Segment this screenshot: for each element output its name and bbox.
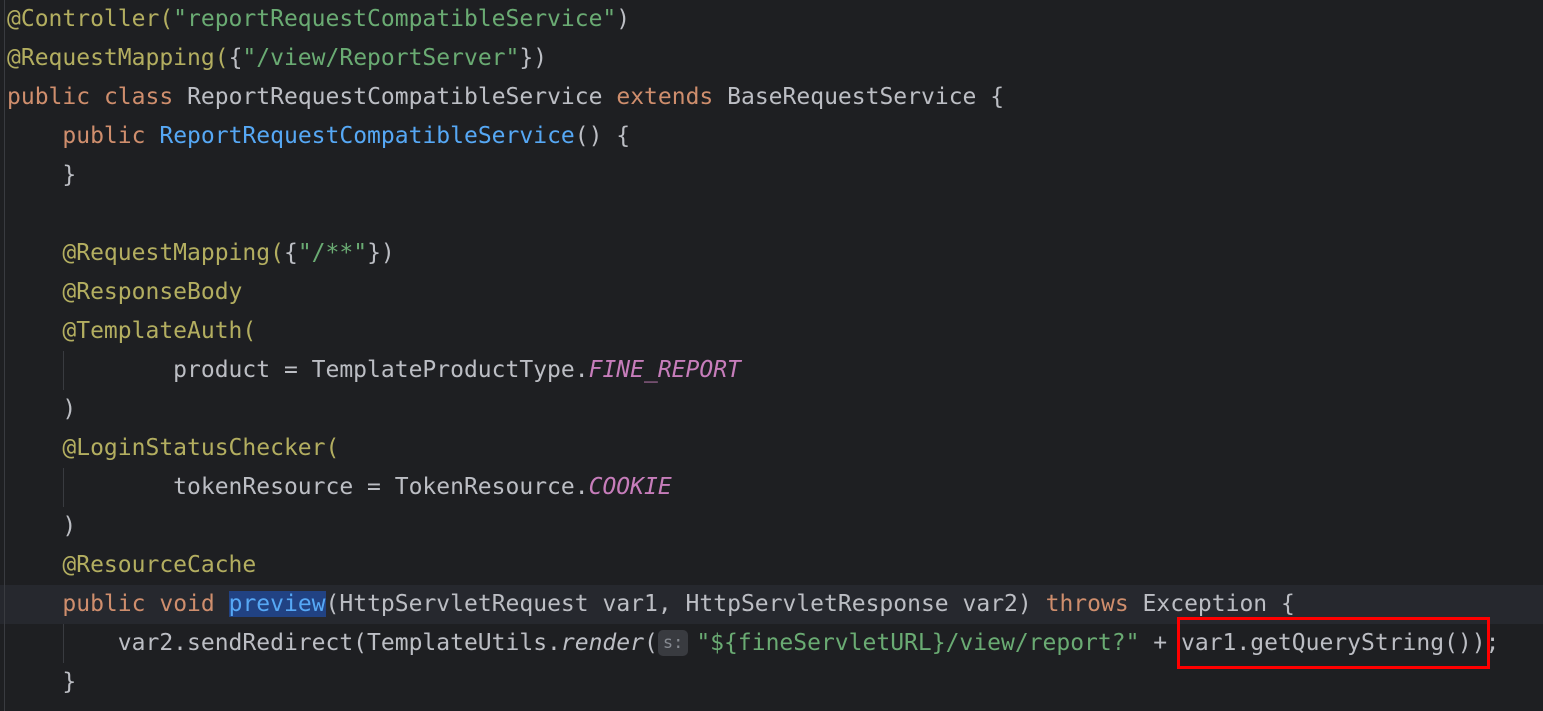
method-public-keyword: public bbox=[62, 591, 146, 617]
controller-annotation: @Controller( bbox=[7, 6, 174, 32]
template-auth-close: ) bbox=[62, 396, 77, 422]
request-mapping-annotation: @RequestMapping( bbox=[7, 45, 229, 71]
code-line-11[interactable]: ) bbox=[0, 390, 1543, 429]
login-status-checker-annotation: @LoginStatusChecker( bbox=[62, 435, 340, 461]
redirect-call: var2.sendRedirect(TemplateUtils. bbox=[117, 630, 561, 656]
void-keyword: void bbox=[159, 591, 215, 617]
parameter-hint: s: bbox=[657, 630, 689, 656]
indent-guide bbox=[63, 468, 64, 507]
token-assignment: tokenResource = TokenResource. bbox=[173, 474, 589, 500]
redirect-string: "${fineServletURL}/view/report?" bbox=[696, 630, 1140, 656]
mapping2-string: "/**" bbox=[297, 240, 368, 266]
controller-close: ) bbox=[616, 6, 631, 32]
controller-string: "reportRequestCompatibleService" bbox=[173, 6, 617, 32]
gutter-edge bbox=[4, 0, 5, 711]
code-line-14[interactable]: ) bbox=[0, 507, 1543, 546]
mapping2-close: }) bbox=[367, 240, 395, 266]
base-class: BaseRequestService { bbox=[727, 84, 1005, 110]
redirect-plus: + bbox=[1139, 630, 1181, 656]
constructor-close: } bbox=[62, 162, 77, 188]
method-close: } bbox=[62, 669, 77, 695]
mapping-string: "/view/ReportServer" bbox=[242, 45, 520, 71]
mapping-close: }) bbox=[519, 45, 548, 71]
code-line-3[interactable]: public class ReportRequestCompatibleServ… bbox=[0, 78, 1543, 117]
login-checker-close: ) bbox=[62, 513, 77, 539]
code-line-6[interactable] bbox=[0, 195, 1543, 234]
class-name: ReportRequestCompatibleService bbox=[187, 84, 603, 110]
request-mapping-annotation-2: @RequestMapping( bbox=[62, 240, 284, 266]
ctor-public-keyword: public bbox=[62, 123, 146, 149]
code-line-8[interactable]: @ResponseBody bbox=[0, 273, 1543, 312]
cookie-constant: COOKIE bbox=[588, 474, 672, 500]
code-line-5[interactable]: } bbox=[0, 156, 1543, 195]
code-line-1[interactable]: @Controller("reportRequestCompatibleServ… bbox=[0, 0, 1543, 39]
mapping-open: { bbox=[228, 45, 243, 71]
resource-cache-annotation: @ResourceCache bbox=[62, 552, 257, 578]
code-line-12[interactable]: @LoginStatusChecker( bbox=[0, 429, 1543, 468]
constructor-name: ReportRequestCompatibleService bbox=[159, 123, 575, 149]
constructor-params: () { bbox=[574, 123, 631, 149]
template-auth-annotation: @TemplateAuth( bbox=[62, 318, 257, 344]
throws-keyword: throws bbox=[1045, 591, 1129, 617]
render-paren: ( bbox=[643, 630, 658, 656]
indent-guide bbox=[63, 624, 64, 663]
code-line-4[interactable]: public ReportRequestCompatibleService() … bbox=[0, 117, 1543, 156]
indent-guide bbox=[63, 351, 64, 390]
mapping2-open: { bbox=[283, 240, 298, 266]
code-line-15[interactable]: @ResourceCache bbox=[0, 546, 1543, 585]
extends-keyword: extends bbox=[616, 84, 714, 110]
method-exception: Exception { bbox=[1128, 591, 1295, 617]
product-assignment: product = TemplateProductType. bbox=[173, 357, 589, 383]
fine-report-constant: FINE_REPORT bbox=[588, 357, 741, 383]
public-keyword: public bbox=[7, 84, 91, 110]
class-keyword: class bbox=[103, 84, 174, 110]
code-editor[interactable]: @Controller("reportRequestCompatibleServ… bbox=[0, 0, 1543, 711]
response-body-annotation: @ResponseBody bbox=[62, 279, 243, 305]
code-line-2[interactable]: @RequestMapping({"/view/ReportServer"}) bbox=[0, 39, 1543, 78]
method-params: (HttpServletRequest var1, HttpServletRes… bbox=[325, 591, 1046, 617]
code-line-13[interactable]: tokenResource = TokenResource.COOKIE bbox=[0, 468, 1543, 507]
code-line-7[interactable]: @RequestMapping({"/**"}) bbox=[0, 234, 1543, 273]
code-line-9[interactable]: @TemplateAuth( bbox=[0, 312, 1543, 351]
preview-method-name[interactable]: preview bbox=[228, 591, 326, 617]
highlight-box bbox=[1177, 617, 1490, 669]
render-call: render bbox=[560, 630, 644, 656]
code-line-10[interactable]: product = TemplateProductType.FINE_REPOR… bbox=[0, 351, 1543, 390]
